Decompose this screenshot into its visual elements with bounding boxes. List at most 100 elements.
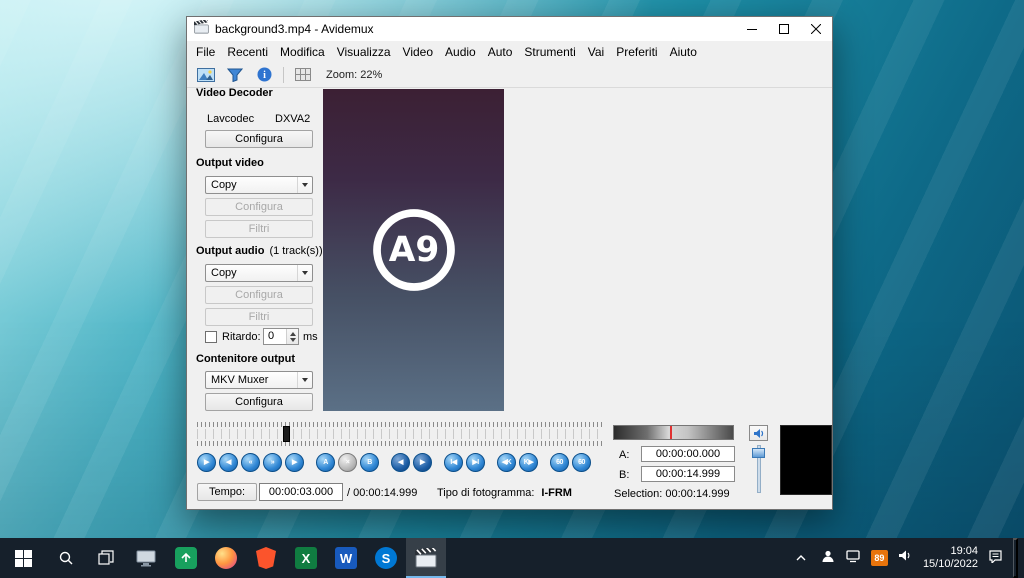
people-icon[interactable] — [821, 549, 835, 568]
maximize-button[interactable] — [768, 17, 800, 41]
dxva2-label: DXVA2 — [275, 113, 310, 125]
menu-item[interactable]: Video — [397, 43, 439, 61]
menu-item[interactable]: Preferiti — [610, 43, 663, 61]
excel-icon[interactable]: X — [286, 538, 326, 578]
menu-item[interactable]: Visualizza — [331, 43, 397, 61]
delay-value: 0 — [264, 329, 286, 344]
taskbar-clock[interactable]: 19:04 15/10/2022 — [923, 545, 978, 571]
selection-duration-label: Selection: 00:00:14.999 — [614, 488, 730, 500]
browser-icon[interactable] — [206, 538, 246, 578]
taskbar: X W S 89 19:04 15/10/2022 — [0, 538, 1024, 578]
transport-button-glyph: 60 — [578, 459, 585, 466]
output-container-label: Contenitore output — [196, 353, 295, 365]
search-button[interactable] — [46, 538, 86, 578]
transport-button-glyph: 60 — [556, 459, 563, 466]
marker-b-time: 00:00:14.999 — [641, 466, 735, 482]
monitor-app-icon[interactable] — [126, 538, 166, 578]
transport-button-glyph: B — [367, 459, 372, 466]
volume-icon[interactable] — [898, 549, 913, 567]
next-keyframe-button[interactable]: K▶ — [519, 453, 538, 472]
play-button[interactable]: ▶ — [197, 453, 216, 472]
transport-button-glyph: ◀K — [502, 459, 511, 466]
video-output-select[interactable]: Copy — [205, 176, 313, 194]
audio-output-value: Copy — [211, 267, 237, 279]
menu-item[interactable]: Modifica — [274, 43, 331, 61]
output-preview-box — [780, 425, 832, 495]
menu-item[interactable]: Aiuto — [664, 43, 703, 61]
start-button[interactable] — [0, 538, 46, 578]
menu-item[interactable]: File — [190, 43, 221, 61]
brave-icon[interactable] — [246, 538, 286, 578]
muxer-configure-button[interactable]: Configura — [205, 393, 313, 411]
last-frame-button[interactable]: ▶I — [466, 453, 485, 472]
timeline-slider[interactable] — [197, 421, 605, 447]
menu-item[interactable]: Vai — [582, 43, 610, 61]
tempo-button[interactable]: Tempo: — [197, 483, 257, 501]
fast-forward-button[interactable]: » — [263, 453, 282, 472]
tray-expand-icon[interactable] — [791, 554, 811, 562]
taskbar-apps: X W S — [0, 538, 446, 578]
video-decoder-configure-button[interactable]: Configura — [205, 130, 313, 148]
skype-icon[interactable]: S — [366, 538, 406, 578]
delay-label: Ritardo: — [222, 331, 261, 343]
delay-checkbox[interactable] — [205, 331, 217, 343]
transport-button-glyph: I◀ — [450, 459, 456, 466]
muxer-select[interactable]: MKV Muxer — [205, 371, 313, 389]
output-audio-label-row: Output audio (1 track(s)) — [196, 245, 323, 257]
fast-backward-button[interactable]: « — [241, 453, 260, 472]
timeline-ticks — [197, 422, 605, 427]
menu-item[interactable]: Audio — [439, 43, 482, 61]
show-desktop-button[interactable] — [1013, 538, 1018, 578]
info-icon[interactable]: i — [252, 65, 276, 85]
mute-button[interactable] — [749, 425, 768, 441]
task-view-button[interactable] — [86, 538, 126, 578]
frame-type-label: Tipo di fotogramma: — [437, 487, 534, 499]
back-60-button[interactable]: 60 — [550, 453, 569, 472]
set-marker-a-button[interactable]: A — [316, 453, 335, 472]
transport-button-glyph: ◀ — [398, 459, 403, 466]
notification-center-icon[interactable] — [988, 549, 1003, 568]
first-frame-button[interactable]: I◀ — [444, 453, 463, 472]
avidemux-clapper-icon — [415, 548, 437, 568]
toolbar: i Zoom: 22% — [187, 62, 832, 88]
battery-percentage-badge[interactable]: 89 — [871, 550, 888, 566]
volume-handle[interactable] — [752, 448, 765, 458]
word-icon[interactable]: W — [326, 538, 366, 578]
minimize-button[interactable] — [736, 17, 768, 41]
audio-output-select[interactable]: Copy — [205, 264, 313, 282]
delay-spinner[interactable]: 0 — [263, 328, 299, 345]
menu-item[interactable]: Auto — [482, 43, 519, 61]
next-frame-button[interactable]: ▶ — [285, 453, 304, 472]
stop-button[interactable]: × — [338, 453, 357, 472]
timeline-handle[interactable] — [283, 426, 290, 442]
transport-button-glyph: « — [249, 459, 252, 466]
close-button[interactable] — [800, 17, 832, 41]
previous-keyframe-button[interactable]: ◀K — [497, 453, 516, 472]
windows-logo-icon — [15, 550, 32, 567]
network-icon[interactable] — [845, 549, 861, 568]
next-black-frame-button[interactable]: ▶ — [413, 453, 432, 472]
chevron-down-icon — [297, 177, 312, 193]
zoom-label: Zoom: 22% — [326, 69, 382, 81]
previous-black-frame-button[interactable]: ◀ — [391, 453, 410, 472]
menu-item[interactable]: Strumenti — [518, 43, 581, 61]
avidemux-taskbar-button[interactable] — [406, 538, 446, 578]
frames-icon[interactable] — [291, 65, 315, 85]
selection-marker — [670, 426, 672, 439]
audio-track-count: (1 track(s)) — [269, 245, 322, 257]
video-preview: A9 — [323, 89, 504, 411]
previous-frame-button[interactable]: ◀ — [219, 453, 238, 472]
transport-controls: ▶ ◀ « » ▶ A — [197, 453, 591, 472]
filter-icon[interactable] — [223, 65, 247, 85]
spinner-arrows-icon[interactable] — [286, 329, 298, 344]
forward-60-button[interactable]: 60 — [572, 453, 591, 472]
output-audio-label: Output audio — [196, 245, 264, 257]
set-marker-b-button[interactable]: B — [360, 453, 379, 472]
menu-item[interactable]: Recenti — [221, 43, 274, 61]
green-app-icon[interactable] — [166, 538, 206, 578]
current-time-field[interactable]: 00:00:03.000 — [259, 483, 343, 501]
video-logo: A9 — [371, 207, 457, 293]
open-image-icon[interactable] — [194, 65, 218, 85]
selection-bar[interactable] — [613, 425, 734, 440]
transport-button-glyph: A — [323, 459, 328, 466]
